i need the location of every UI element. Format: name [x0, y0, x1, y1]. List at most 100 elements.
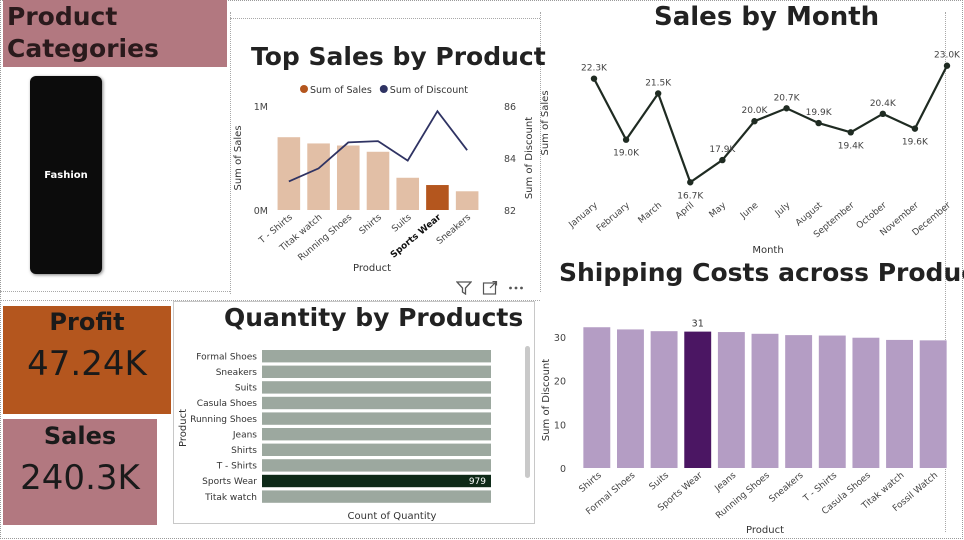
sales-bar — [396, 177, 420, 210]
more-options-icon[interactable] — [508, 281, 524, 299]
quantity-bar — [262, 443, 491, 456]
quantity-bar — [262, 412, 491, 425]
y-tick-label: 30 — [554, 333, 566, 344]
x-tick-label: June — [738, 200, 761, 221]
data-label: 19.6K — [902, 138, 929, 148]
slicer-item-fashion[interactable]: Fashion — [30, 76, 102, 274]
legend-label: Sum of Discount — [390, 85, 468, 96]
x-tick-label: August — [794, 200, 825, 228]
data-label: 23.0K — [934, 51, 961, 61]
data-label: 20.0K — [741, 106, 768, 116]
data-label: 20.7K — [774, 93, 801, 103]
profit-card[interactable]: Profit 47.24K — [3, 306, 171, 414]
shipping-bar — [650, 331, 678, 468]
data-point — [719, 156, 726, 164]
visual-header — [455, 280, 524, 299]
y2-tick-label: 84 — [504, 154, 516, 165]
quantity-chart[interactable]: Formal Shoes Sneakers Suits Casula Shoes Run… — [173, 336, 535, 523]
legend-marker — [379, 85, 388, 93]
focus-mode-icon[interactable] — [482, 280, 498, 299]
x-tick-label: February — [595, 200, 632, 234]
y-tick-label: T - Shirts — [216, 462, 258, 472]
y-tick-label: Shirts — [231, 446, 257, 456]
data-point — [654, 90, 662, 97]
data-point — [847, 129, 854, 136]
divider-horizontal — [0, 291, 230, 292]
quantity-bar — [262, 365, 491, 378]
shipping-bar — [717, 332, 745, 468]
y-tick-label: 1M — [254, 102, 268, 113]
y-tick-label: Casula Shoes — [197, 399, 258, 409]
x-tick-label: Suits — [390, 212, 414, 234]
legend-marker — [300, 85, 308, 93]
sales-bar — [277, 137, 301, 210]
y-tick-label: Suits — [235, 384, 257, 394]
shipping-bar — [751, 333, 779, 468]
scrollbar[interactable] — [525, 346, 530, 478]
y-tick-label: 20 — [554, 377, 566, 388]
quantity-bar — [262, 381, 491, 394]
y-tick-label: Titak watch — [204, 493, 257, 503]
shipping-bar — [886, 339, 913, 468]
y-tick-label: Running Shoes — [190, 415, 257, 425]
data-label: 19.4K — [838, 141, 865, 151]
data-point — [622, 136, 630, 143]
data-label: 17.9K — [709, 145, 736, 155]
data-point — [590, 75, 598, 82]
y-tick-label: 10 — [554, 420, 566, 431]
sales-bar — [426, 185, 449, 210]
top-sales-chart[interactable]: Sum of Sales Sum of Discount0M1M828486T -… — [230, 78, 540, 278]
top-sales-title: Top Sales by Product — [251, 42, 546, 71]
sales-value: 240.3K — [20, 458, 140, 498]
data-point — [911, 125, 919, 132]
product-categories-title: Product Categories — [3, 0, 227, 67]
x-axis-title: Month — [752, 245, 783, 256]
x-tick-label: April — [674, 201, 696, 222]
y-axis-title: Sum of Discount — [541, 359, 552, 441]
quantity-bar — [262, 490, 491, 503]
data-point — [879, 110, 887, 118]
quantity-bar — [262, 428, 491, 441]
x-axis-title: Product — [746, 525, 784, 536]
shipping-bar — [818, 335, 846, 468]
profit-label: Profit — [49, 308, 125, 336]
sales-card[interactable]: Sales 240.3K — [3, 419, 157, 525]
divider-horizontal — [230, 18, 540, 19]
y-tick-label: Formal Shoes — [196, 352, 257, 362]
x-tick-label: March — [637, 201, 664, 226]
x-tick-label: Sports Wear — [389, 212, 444, 260]
data-label: 22.3K — [581, 64, 608, 74]
data-point — [815, 119, 822, 127]
shipping-chart[interactable]: 010203031ShirtsFormal Shoes SuitsSports W… — [540, 295, 964, 540]
y-tick-label: 0 — [560, 464, 566, 475]
quantity-bar — [262, 459, 491, 472]
x-tick-label: Jeans — [713, 470, 739, 494]
data-label: 20.4K — [870, 99, 897, 109]
data-point — [751, 118, 758, 125]
data-label: 31 — [692, 319, 704, 330]
sales-by-month-chart[interactable]: 22.3K 19.0K 21.5K 16.7K 17.9K 20.0K 20.7K 19.9K… — [540, 38, 964, 260]
data-point — [687, 179, 694, 186]
shipping-title: Shipping Costs across Product — [559, 258, 964, 287]
shipping-bar — [852, 337, 880, 468]
slicer-item-label: Fashion — [44, 169, 88, 181]
y-tick-label: Sneakers — [216, 368, 258, 378]
data-label: 21.5K — [645, 78, 672, 88]
sales-bar — [336, 145, 360, 210]
data-label: 979 — [469, 477, 486, 487]
y-tick-label: Jeans — [232, 430, 257, 440]
data-label: 19.9K — [806, 108, 833, 118]
data-label: 19.0K — [613, 149, 640, 159]
y2-tick-label: 86 — [504, 102, 516, 113]
data-label: 16.7K — [677, 191, 704, 201]
quantity-title: Quantity by Products — [224, 303, 524, 332]
x-tick-label: Shirts — [578, 470, 604, 494]
shipping-bar — [919, 340, 947, 468]
x-tick-label: May — [708, 200, 729, 220]
x-tick-label: Sneakers — [768, 470, 806, 504]
y-axis-title: Sum of Sales — [233, 125, 244, 190]
sales-bar — [307, 143, 330, 210]
shipping-bar — [583, 327, 611, 468]
filter-icon[interactable] — [455, 281, 473, 299]
quantity-bar — [262, 350, 491, 363]
